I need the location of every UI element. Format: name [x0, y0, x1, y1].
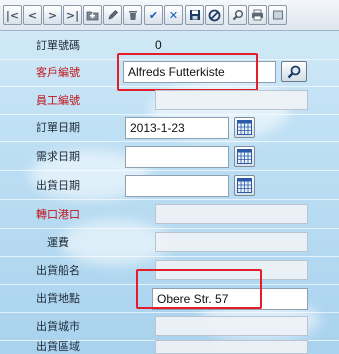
search-button[interactable]: [228, 5, 247, 25]
freight-field[interactable]: [155, 232, 308, 252]
ship-via-label: 轉口港口: [36, 208, 80, 221]
ship-name-row: 出貨船名: [0, 256, 339, 285]
new-record-button[interactable]: [83, 5, 102, 25]
calendar-icon: [237, 120, 252, 135]
customer-lookup-button[interactable]: [281, 61, 307, 82]
shipped-date-field[interactable]: [125, 175, 229, 197]
edit-record-button[interactable]: [103, 5, 122, 25]
previous-record-button[interactable]: <: [23, 5, 42, 25]
employee-id-field[interactable]: [155, 90, 308, 110]
disk-icon: [189, 10, 200, 20]
order-date-field[interactable]: 2013-1-23: [125, 117, 229, 139]
abort-button[interactable]: [205, 5, 224, 25]
confirm-button[interactable]: ✔: [144, 5, 163, 25]
freight-label: 運費: [47, 236, 69, 249]
trash-icon: [128, 11, 137, 20]
last-icon: >|: [65, 8, 80, 22]
first-icon: |<: [5, 8, 20, 22]
calendar-icon: [237, 149, 252, 164]
magnifier-icon: [232, 10, 243, 21]
next-record-button[interactable]: >: [43, 5, 62, 25]
shipped-date-calendar-button[interactable]: [234, 175, 255, 196]
ship-via-field[interactable]: [155, 204, 308, 224]
ship-address-label: 出貨地點: [36, 292, 80, 305]
ship-city-label: 出貨城市: [36, 320, 80, 333]
freight-row: 運費: [0, 228, 339, 257]
record-toolbar: |< < > >| ✔ ✕: [0, 0, 339, 31]
ship-region-row: 出貨區域: [0, 337, 339, 354]
printer-icon: [252, 9, 263, 21]
required-date-field[interactable]: [125, 146, 229, 168]
customer-id-field[interactable]: Alfreds Futterkiste: [123, 61, 276, 83]
required-date-label: 需求日期: [36, 150, 80, 163]
order-id-label: 訂單號碼: [36, 39, 80, 52]
next-icon: >: [47, 8, 58, 22]
order-date-row: 訂單日期 2013-1-23: [0, 113, 339, 142]
order-date-calendar-button[interactable]: [234, 117, 255, 138]
print-button[interactable]: [248, 5, 267, 25]
ship-name-label: 出貨船名: [36, 264, 80, 277]
pencil-icon: [107, 10, 118, 20]
first-record-button[interactable]: |<: [3, 5, 22, 25]
ship-name-field[interactable]: [155, 260, 308, 280]
checkmark-icon: ✔: [148, 8, 159, 22]
order-form: 訂單號碼 0 客戶編號 Alfreds Futterkiste 員工編號 訂單日…: [0, 31, 339, 354]
no-entry-icon: [208, 9, 221, 21]
previous-icon: <: [27, 8, 38, 22]
ship-via-row: 轉口港口: [0, 200, 339, 229]
customer-id-label: 客戶編號: [36, 66, 80, 79]
x-icon: ✕: [168, 8, 179, 22]
delete-record-button[interactable]: [123, 5, 142, 25]
ship-region-field[interactable]: [155, 340, 308, 354]
customer-id-row: 客戶編號 Alfreds Futterkiste: [0, 58, 339, 87]
ship-address-field[interactable]: Obere Str. 57: [152, 288, 308, 310]
shipped-date-label: 出貨日期: [36, 179, 80, 192]
ship-region-label: 出貨區域: [36, 339, 80, 353]
ship-address-row: 出貨地點 Obere Str. 57: [0, 284, 339, 313]
employee-id-label: 員工編號: [36, 94, 80, 107]
new-folder-icon: [86, 11, 99, 20]
employee-id-row: 員工編號: [0, 86, 339, 115]
order-date-label: 訂單日期: [36, 121, 80, 134]
shipped-date-row: 出貨日期: [0, 171, 339, 200]
order-id-value: 0: [155, 38, 162, 52]
required-date-calendar-button[interactable]: [234, 146, 255, 167]
save-button[interactable]: [185, 5, 204, 25]
required-date-row: 需求日期: [0, 142, 339, 171]
more-button[interactable]: [268, 5, 287, 25]
last-record-button[interactable]: >|: [63, 5, 82, 25]
more-icon: [272, 10, 283, 20]
magnifier-icon: [287, 65, 301, 78]
calendar-icon: [237, 178, 252, 193]
ship-city-field[interactable]: [155, 316, 308, 336]
order-id-row: 訂單號碼 0: [0, 31, 339, 60]
cancel-button[interactable]: ✕: [164, 5, 183, 25]
